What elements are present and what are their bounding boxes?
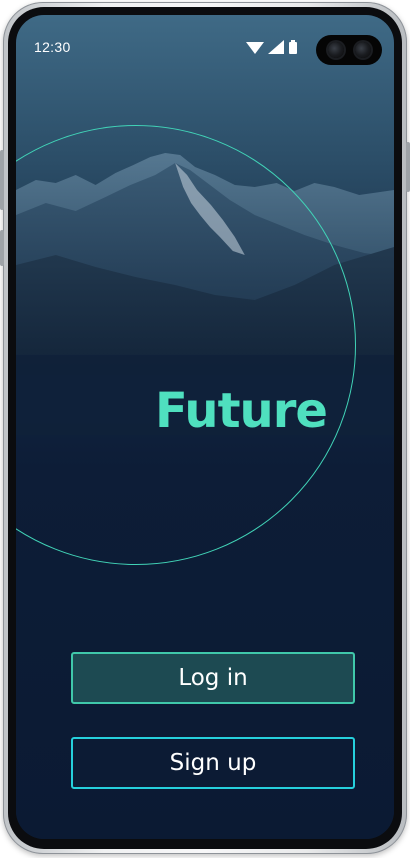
phone-bezel: 12:30 Future Log in Sign up (8, 7, 402, 849)
signal-icon (268, 40, 284, 54)
phone-device-frame: 12:30 Future Log in Sign up (0, 2, 410, 854)
app-screen: 12:30 Future Log in Sign up (16, 15, 394, 839)
battery-icon (289, 40, 297, 54)
login-button[interactable]: Log in (71, 652, 355, 704)
camera-lens-icon (327, 42, 344, 58)
status-bar: 12:30 (16, 15, 394, 65)
signup-button[interactable]: Sign up (71, 737, 355, 789)
status-icons (246, 39, 298, 55)
camera-lens-icon (354, 42, 371, 58)
front-camera-cutout (316, 35, 382, 65)
side-volume-button (0, 150, 4, 210)
brand-title: Future (155, 383, 328, 439)
side-bixby-button (0, 230, 4, 266)
wifi-icon (246, 42, 264, 54)
status-time: 12:30 (34, 39, 71, 55)
side-power-button (406, 142, 410, 192)
